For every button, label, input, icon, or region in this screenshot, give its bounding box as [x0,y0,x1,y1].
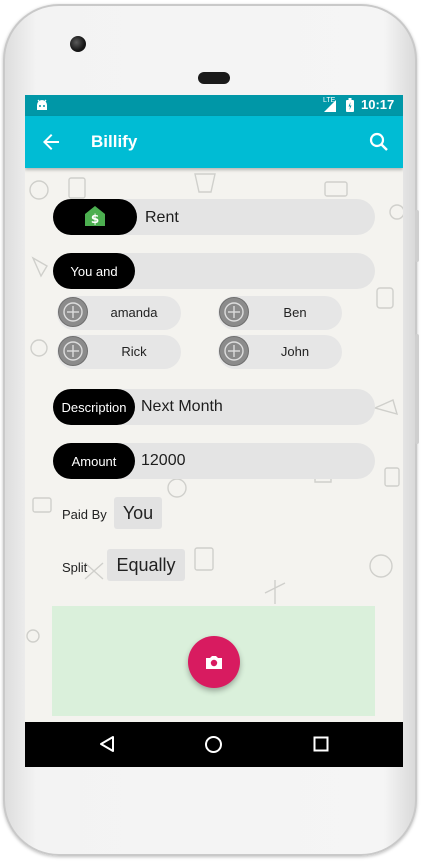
power-button [415,210,419,262]
signal-icon [323,99,337,116]
camera-icon [204,652,224,677]
description-value[interactable]: Next Month [141,398,223,416]
friends-tag: You and [53,253,135,289]
search-icon[interactable] [367,130,391,154]
friend-chip-rick[interactable]: Rick [57,335,181,369]
volume-button [415,334,419,444]
friend-name: amanda [110,305,158,320]
clock: 10:17 [361,97,395,112]
add-person-icon[interactable] [219,336,249,366]
add-person-icon[interactable] [58,297,88,327]
status-bar: LTE 10:17 [25,95,403,116]
android-icon [35,98,49,114]
earpiece-speaker [198,72,230,84]
amount-tag: Amount [53,443,135,479]
friend-name: Rick [121,344,147,359]
add-person-icon[interactable] [219,297,249,327]
phone-frame: LTE 10:17 Billify $ Rent You and amanda … [3,4,419,856]
friend-chip-ben[interactable]: Ben [218,296,342,330]
split-label: Split [62,560,88,575]
split-selector[interactable]: Equally [107,549,185,581]
friend-name: John [280,344,310,359]
paid-by-selector[interactable]: You [114,497,162,529]
category-value: Rent [145,209,179,226]
screen: LTE 10:17 Billify $ Rent You and amanda … [25,95,403,767]
battery-icon [346,98,354,115]
add-person-icon[interactable] [58,336,88,366]
friend-chip-john[interactable]: John [218,335,342,369]
nav-back-icon[interactable] [98,735,116,758]
camera-button[interactable] [188,636,240,688]
category-icon-button[interactable]: $ [53,199,137,235]
app-bar: Billify [25,116,403,168]
page-title: Billify [91,132,138,151]
home-dollar-icon: $ [84,205,106,230]
nav-recents-icon[interactable] [313,736,329,757]
nav-home-icon[interactable] [204,735,223,759]
description-tag: Description [53,389,135,425]
friend-chip-amanda[interactable]: amanda [57,296,181,330]
front-camera [70,36,86,52]
paid-by-label: Paid By [62,507,107,522]
system-nav-bar [25,722,403,767]
amount-value[interactable]: 12000 [141,452,186,470]
friend-name: Ben [283,305,307,320]
back-arrow-icon[interactable] [39,130,63,154]
svg-text:$: $ [91,212,99,226]
